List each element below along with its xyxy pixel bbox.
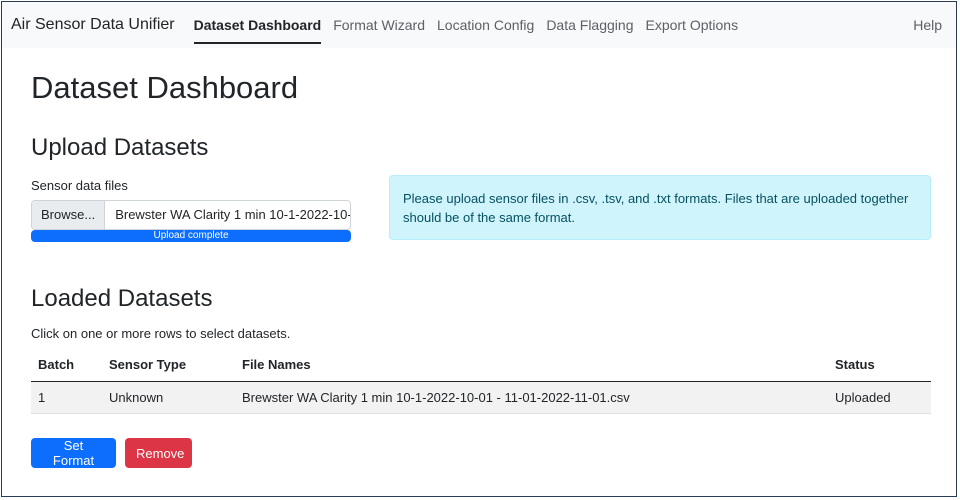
selection-hint: Click on one or more rows to select data… [31,326,291,341]
upload-section-title: Upload Datasets [31,134,209,161]
cell-sensor-type: Unknown [102,381,235,414]
column-header-status: Status [828,348,931,382]
app-window: Air Sensor Data Unifier Dataset Dashboar… [1,1,957,497]
nav-link-export-options[interactable]: Export Options [639,2,744,48]
table-row[interactable]: 1 Unknown Brewster WA Clarity 1 min 10-1… [31,381,931,414]
navbar: Air Sensor Data Unifier Dataset Dashboar… [2,2,956,48]
nav-link-format-wizard[interactable]: Format Wizard [327,2,431,48]
page-title: Dataset Dashboard [31,70,299,105]
remove-button[interactable]: Remove [125,438,192,468]
datasets-table: Batch Sensor Type File Names Status 1 Un… [31,348,931,414]
selected-file-name: Brewster WA Clarity 1 min 10-1-2022-10-0… [115,207,350,222]
navbar-brand[interactable]: Air Sensor Data Unifier [11,16,175,34]
set-format-button[interactable]: Set Format [31,438,116,468]
browse-button[interactable]: Browse... [32,201,106,229]
column-header-file-names: File Names [235,348,828,382]
column-header-sensor-type: Sensor Type [102,348,235,382]
nav-link-help[interactable]: Help [907,2,948,48]
cell-file-names: Brewster WA Clarity 1 min 10-1-2022-10-0… [235,381,828,414]
nav-link-data-flagging[interactable]: Data Flagging [540,2,639,48]
cell-status: Uploaded [828,381,931,414]
nav-link-location-config[interactable]: Location Config [431,2,540,48]
file-input-label: Sensor data files [31,178,128,193]
nav-link-dataset-dashboard[interactable]: Dataset Dashboard [188,2,328,48]
column-header-batch: Batch [31,348,102,382]
cell-batch: 1 [31,381,102,414]
loaded-section-title: Loaded Datasets [31,285,213,312]
upload-info-alert: Please upload sensor files in .csv, .tsv… [389,175,931,240]
table-header-row: Batch Sensor Type File Names Status [31,348,931,382]
file-input[interactable]: Browse... Brewster WA Clarity 1 min 10-1… [31,200,351,230]
upload-progress-bar: Upload complete [31,230,351,242]
